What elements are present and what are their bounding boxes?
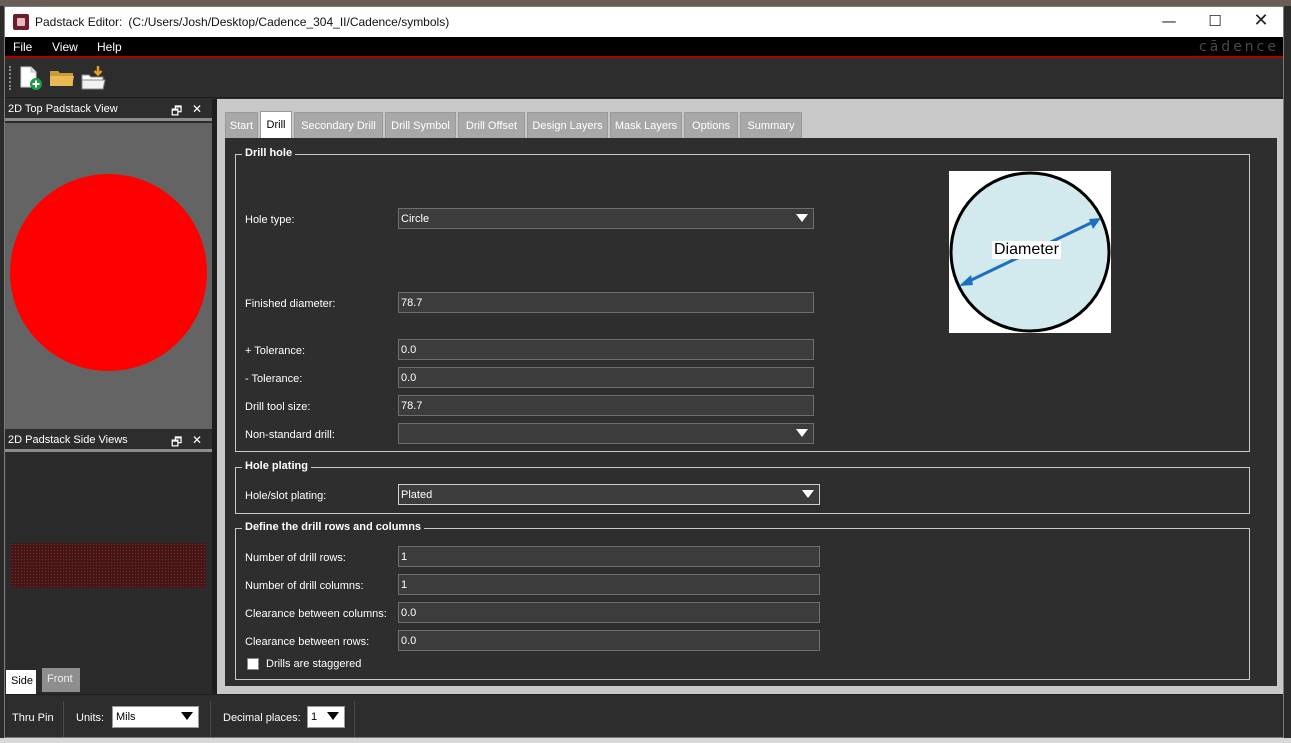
status-separator — [354, 701, 355, 737]
hole-slot-plating-label: Hole/slot plating: — [245, 490, 327, 502]
padstack-mode: Thru Pin — [12, 712, 54, 724]
float-panel-icon[interactable]: 🗗 — [171, 433, 182, 454]
drill-tab-content: Drill hole Hole type: Circle Finished di… — [225, 138, 1277, 686]
tab-drill[interactable]: Drill — [260, 111, 292, 139]
clearance-columns-input[interactable]: 0.0 — [398, 602, 820, 623]
status-separator — [210, 701, 211, 737]
drill-tool-size-label: Drill tool size: — [245, 401, 311, 413]
top-view-canvas[interactable] — [5, 123, 212, 429]
drill-hole-title: Drill hole — [242, 147, 296, 159]
diameter-label: Diameter — [992, 241, 1061, 259]
tab-side[interactable]: Side — [6, 670, 36, 694]
float-panel-icon[interactable]: 🗗 — [171, 102, 182, 123]
drill-columns-label: Number of drill columns: — [245, 580, 364, 592]
plus-tolerance-input[interactable]: 0.0 — [398, 339, 814, 360]
hole-plating-group: Hole plating Hole/slot plating: Plated — [235, 460, 1250, 514]
decimal-places-value: 1 — [311, 711, 318, 723]
finished-diameter-input[interactable]: 78.7 — [398, 292, 814, 313]
tab-secondary-drill[interactable]: Secondary Drill — [294, 112, 383, 138]
title-bar: Padstack Editor: (C:/Users/Josh/Desktop/C… — [5, 7, 1283, 37]
chevron-down-icon — [181, 712, 193, 720]
cadence-logo: cādence — [1199, 39, 1279, 55]
side-view-tabs: Side Front — [5, 668, 212, 694]
close-button[interactable]: ✕ — [1238, 7, 1283, 37]
import-folder-icon[interactable] — [81, 65, 107, 91]
hole-type-select[interactable]: Circle — [398, 208, 814, 229]
hole-slot-plating-select[interactable]: Plated — [398, 484, 820, 505]
drill-columns-input[interactable]: 1 — [398, 574, 820, 595]
plus-tolerance-label: + Tolerance: — [245, 345, 306, 357]
hole-type-value: Circle — [401, 213, 430, 225]
chevron-down-icon — [796, 429, 808, 437]
tab-summary[interactable]: Summary — [740, 112, 802, 138]
new-file-icon[interactable] — [17, 65, 43, 91]
tab-front[interactable]: Front — [42, 668, 80, 692]
drill-rows-label: Number of drill rows: — [245, 552, 346, 564]
status-separator — [63, 701, 64, 737]
tab-drill-offset[interactable]: Drill Offset — [458, 112, 525, 138]
drill-tool-size-input[interactable]: 78.7 — [398, 395, 814, 416]
drill-rows-input[interactable]: 1 — [398, 546, 820, 567]
chevron-down-icon — [796, 214, 808, 222]
open-folder-icon[interactable] — [49, 65, 75, 91]
close-panel-icon[interactable]: ✕ — [192, 433, 202, 447]
menu-file[interactable]: File — [13, 40, 32, 54]
drill-side-band — [11, 543, 206, 588]
drill-rows-group: Define the drill rows and columns Number… — [235, 521, 1250, 680]
minimize-button[interactable]: — — [1146, 7, 1192, 37]
maximize-button[interactable]: ☐ — [1192, 7, 1238, 37]
staggered-label: Drills are staggered — [266, 658, 362, 670]
side-view-canvas[interactable] — [5, 455, 212, 669]
non-standard-drill-label: Non-standard drill: — [245, 429, 335, 441]
hole-plating-title: Hole plating — [242, 460, 311, 472]
minus-tolerance-input[interactable]: 0.0 — [398, 367, 814, 388]
staggered-checkbox[interactable] — [247, 658, 259, 670]
top-view-title: 2D Top Padstack View — [8, 103, 118, 115]
side-view-header: 2D Padstack Side Views 🗗 ✕ — [5, 430, 212, 452]
tab-design-layers[interactable]: Design Layers — [527, 112, 608, 138]
chevron-down-icon — [327, 712, 339, 720]
app-title: Padstack Editor: — [35, 15, 123, 29]
menu-view[interactable]: View — [52, 40, 78, 54]
pad-circle — [10, 174, 207, 371]
menu-bar: File View Help cādence — [5, 37, 1283, 58]
file-path: (C:/Users/Josh/Desktop/Cadence_304_II/Ca… — [128, 15, 450, 29]
decimal-places-select[interactable]: 1 — [307, 706, 345, 728]
chevron-down-icon — [802, 490, 814, 498]
non-standard-drill-select[interactable] — [398, 423, 814, 444]
editor-panel: Start Drill Secondary Drill Drill Symbol… — [217, 99, 1283, 694]
desktop-background-bottom — [0, 738, 1291, 743]
diameter-diagram: Diameter — [949, 171, 1111, 333]
drill-hole-group: Drill hole Hole type: Circle Finished di… — [235, 147, 1250, 452]
status-bar: Thru Pin Units: Mils Decimal places: 1 — [5, 694, 1283, 737]
hole-type-label: Hole type: — [245, 214, 295, 226]
drill-rows-title: Define the drill rows and columns — [242, 521, 425, 533]
clearance-rows-label: Clearance between rows: — [245, 636, 370, 648]
left-panel: 2D Top Padstack View 🗗 ✕ 2D Padstack Sid… — [5, 99, 212, 694]
tab-start[interactable]: Start — [225, 112, 258, 138]
units-select[interactable]: Mils — [112, 706, 199, 728]
menu-help[interactable]: Help — [97, 40, 122, 54]
clearance-rows-input[interactable]: 0.0 — [398, 630, 820, 651]
top-view-header: 2D Top Padstack View 🗗 ✕ — [5, 99, 212, 121]
tab-options[interactable]: Options — [684, 112, 738, 138]
units-label: Units: — [76, 712, 105, 724]
tab-mask-layers[interactable]: Mask Layers — [610, 112, 682, 138]
window-title: Padstack Editor: (C:/Users/Josh/Desktop/C… — [35, 15, 449, 29]
padstack-editor-window: Padstack Editor: (C:/Users/Josh/Desktop/C… — [4, 6, 1284, 738]
side-view-title: 2D Padstack Side Views — [8, 434, 128, 446]
app-icon — [13, 14, 29, 30]
toolbar — [5, 60, 1283, 98]
close-panel-icon[interactable]: ✕ — [192, 102, 202, 116]
decimal-places-label: Decimal places: — [223, 712, 301, 724]
minus-tolerance-label: - Tolerance: — [245, 373, 303, 385]
finished-diameter-label: Finished diameter: — [245, 298, 336, 310]
units-value: Mils — [116, 711, 136, 723]
toolbar-grip[interactable] — [9, 66, 11, 90]
clearance-columns-label: Clearance between columns: — [245, 608, 387, 620]
tab-drill-symbol[interactable]: Drill Symbol — [385, 112, 456, 138]
hole-slot-plating-value: Plated — [401, 489, 433, 501]
